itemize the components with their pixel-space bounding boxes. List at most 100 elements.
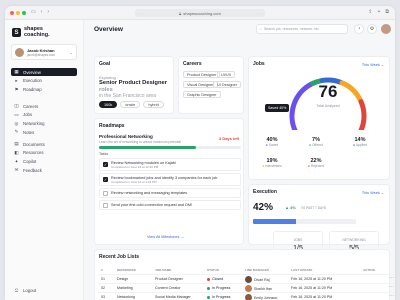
execution-delta: ▲ 4% bbox=[285, 205, 296, 210]
career-tag[interactable]: UI/UX bbox=[217, 71, 236, 78]
execution-card: Execution This Week ⌄ 42% ▲ 4% VS PAST 7… bbox=[248, 184, 390, 260]
chevron-down-icon[interactable]: ⌄ bbox=[70, 50, 73, 55]
goal-card: Goal Exploring Senior Product Designer r… bbox=[94, 56, 174, 114]
page-title: Overview bbox=[94, 26, 123, 33]
goal-pill-hybrid[interactable]: hybrid bbox=[143, 101, 164, 108]
sidebar-item-label: Documents bbox=[23, 141, 45, 147]
task-checkbox[interactable] bbox=[103, 190, 108, 196]
cell-ref: Networking bbox=[117, 295, 135, 299]
sidebar-item-networking[interactable]: ◎ Networking bbox=[11, 120, 77, 128]
job-stat-applied: 14% ● Applied bbox=[343, 137, 377, 147]
sidebar-item-documents[interactable]: ▤ Documents bbox=[11, 140, 77, 148]
task-item[interactable]: Review networking and messaging template… bbox=[99, 188, 241, 198]
more-options-icon[interactable]: ⋯ bbox=[389, 293, 394, 299]
sidebar-item-copilot[interactable]: ✦ Copilot bbox=[11, 158, 77, 166]
logo: S shapes coaching. bbox=[12, 26, 50, 38]
feedback-icon: ✉ bbox=[14, 167, 19, 173]
user-email: jacob@shapes.com bbox=[27, 52, 56, 57]
view-all-milestones-link[interactable]: View All Milestones → bbox=[147, 235, 184, 239]
roadmap-icon: ⚑ bbox=[14, 86, 19, 92]
sidebar-item-careers[interactable]: ◫ Careers bbox=[11, 102, 77, 110]
table-row[interactable]: 03 Networking Social Media Manager In Progr… bbox=[98, 292, 395, 300]
job-stat-label: ● Rejected bbox=[299, 164, 333, 168]
sidebar-item-feedback[interactable]: ✉ Feedback bbox=[11, 166, 77, 174]
back-icon[interactable]: ‹ bbox=[41, 10, 43, 15]
goal-pill-160k[interactable]: 160k bbox=[99, 101, 118, 108]
sidebar-item-notes[interactable]: ✎ Notes bbox=[11, 128, 77, 136]
task-label: Review bookmarked jobs and identify 3 co… bbox=[111, 175, 218, 180]
jobs-card: Jobs This Week ⌄ 76 Total Analyzed Saved… bbox=[248, 56, 390, 180]
sidebar-item-resources[interactable]: ◧ Resources bbox=[11, 149, 77, 157]
share-icon[interactable]: ⇪ bbox=[368, 9, 372, 15]
job-stat-label-text: Offered bbox=[311, 143, 323, 147]
jobs-title: Jobs bbox=[253, 61, 265, 67]
job-stat-rejected: 22% ● Rejected bbox=[299, 158, 333, 168]
sidebar-item-label: Execution bbox=[23, 78, 42, 84]
cell-n: 03 bbox=[101, 295, 105, 299]
roadmap-progress-bar bbox=[99, 146, 241, 149]
column-header-number: # bbox=[101, 268, 103, 272]
career-tag[interactable]: UI Designer bbox=[213, 81, 242, 88]
careers-icon: ◫ bbox=[14, 103, 19, 108]
header-avatar[interactable] bbox=[381, 24, 391, 34]
execution-note: VS PAST 7 DAYS bbox=[301, 206, 327, 210]
logout-label: Logout bbox=[23, 287, 37, 293]
sidebar-item-overview[interactable]: ▦ Overview bbox=[11, 68, 77, 76]
sidebar-item-label: Jobs bbox=[23, 112, 33, 118]
career-tag[interactable]: Graphic Designer bbox=[183, 91, 221, 98]
sidebar-item-label: Notes bbox=[23, 129, 35, 135]
task-checkbox[interactable]: ✓ bbox=[103, 162, 108, 167]
task-checkbox[interactable]: ✓ bbox=[103, 177, 108, 182]
more-options-icon[interactable]: ⋯ bbox=[389, 275, 394, 281]
search-placeholder: Search job, resources, network, etc bbox=[263, 27, 319, 31]
sidebar-item-label: Roadmap bbox=[23, 87, 42, 93]
tabs-icon[interactable]: ⧉ bbox=[385, 9, 389, 15]
lock-icon: 🔒︎ bbox=[179, 10, 182, 16]
cell-ref: Marketing bbox=[117, 286, 133, 290]
sidebar-item-roadmap[interactable]: ⚑ Roadmap bbox=[11, 86, 77, 94]
search-input[interactable]: ⌕ Search job, resources, network, etc bbox=[256, 24, 348, 34]
bell-icon[interactable]: ◔ bbox=[354, 24, 364, 34]
task-item[interactable]: ✓ Review Networking modules on Kajabi Comp… bbox=[99, 158, 241, 171]
task-checkbox[interactable] bbox=[103, 202, 108, 208]
table-row[interactable]: 01 Design Product Designer Closed Divan Raj F… bbox=[98, 274, 395, 283]
jobs-period-dropdown[interactable]: This Week ⌄ bbox=[362, 62, 384, 67]
task-item[interactable]: ✓ Review bookmarked jobs and identify 3 c… bbox=[99, 173, 241, 186]
logo-mark-icon: S bbox=[12, 28, 21, 37]
execution-period-dropdown[interactable]: This Week ⌄ bbox=[362, 190, 384, 195]
goal-role: Senior Product Designer roles bbox=[99, 80, 173, 93]
settings-icon[interactable]: ⚙ bbox=[367, 24, 377, 34]
job-stat-interviewes: 19% ● Interviewes bbox=[255, 158, 289, 168]
cell-job: Product Designer bbox=[155, 277, 183, 281]
status-label: Closed bbox=[212, 277, 224, 281]
more-options-icon[interactable]: ⋯ bbox=[389, 284, 394, 290]
roadmaps-title: Roadmaps bbox=[99, 123, 125, 129]
career-tag[interactable]: Product Designer bbox=[183, 71, 221, 78]
logout-button[interactable]: ⎋ Logout bbox=[11, 286, 77, 294]
sidebar-item-execution[interactable]: ▸ Execution bbox=[11, 77, 77, 85]
sidebar-item-jobs[interactable]: ▭ Jobs bbox=[11, 111, 77, 119]
sidebar-toggle-icon[interactable]: ▭ bbox=[31, 10, 36, 15]
jobs-total-label: Total Analyzed bbox=[316, 104, 340, 108]
window-controls[interactable] bbox=[10, 10, 26, 15]
goal-pill-onsite[interactable]: onsite bbox=[120, 101, 141, 108]
execution-percent: 42% bbox=[253, 202, 274, 213]
avatar bbox=[15, 47, 24, 57]
new-tab-icon[interactable]: + bbox=[378, 9, 381, 15]
chevron-down-icon: ⌄ bbox=[380, 191, 384, 195]
jobs-period-label: This Week bbox=[361, 63, 380, 67]
chevron-down-icon: ⌄ bbox=[380, 63, 384, 67]
forward-icon[interactable]: › bbox=[47, 10, 49, 15]
notes-icon: ✎ bbox=[14, 129, 19, 135]
goal-pills: 160k onsite hybrid bbox=[99, 101, 164, 108]
table-row[interactable]: 02 Marketing Content Creator In Progress She… bbox=[98, 283, 395, 292]
user-card[interactable]: Jacob Krishan jacob@shapes.com ⌄ bbox=[11, 44, 77, 60]
avatar bbox=[245, 276, 252, 283]
job-stat-label: ● Interviewes bbox=[255, 164, 289, 168]
task-item[interactable]: Send your first cold connection request … bbox=[99, 200, 241, 210]
sidebar-item-label: Overview bbox=[23, 69, 41, 75]
address-bar[interactable]: 🔒︎ shapescoaching.com bbox=[135, 9, 265, 17]
job-stat-label: ● Saved bbox=[255, 143, 289, 147]
logo-line2: coaching. bbox=[24, 31, 50, 38]
job-stat-label-text: Interviewes bbox=[265, 164, 282, 168]
